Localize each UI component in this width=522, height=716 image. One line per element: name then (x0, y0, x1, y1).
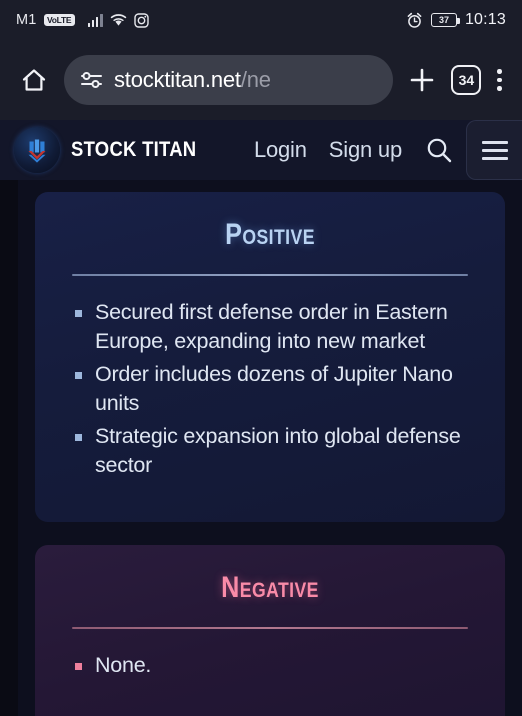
negative-card-title: Negative (221, 571, 319, 604)
battery-level-label: 37 (438, 14, 449, 25)
negative-bullet-list: None. (35, 651, 505, 680)
url-domain: stocktitan.net (114, 67, 241, 92)
site-header: STOCK TITAN Login Sign up (0, 120, 522, 180)
positive-card-divider (72, 274, 468, 276)
negative-card-divider (72, 627, 468, 629)
home-icon[interactable] (14, 60, 54, 100)
browser-toolbar: stocktitan.net/ne 34 (0, 40, 522, 120)
tab-counter-button[interactable]: 34 (451, 65, 482, 95)
list-item: Strategic expansion into global defense … (73, 422, 477, 480)
wifi-icon (110, 13, 127, 27)
signup-link[interactable]: Sign up (329, 137, 402, 163)
alarm-clock-icon (406, 12, 423, 29)
list-item: Secured first defense order in Eastern E… (73, 298, 477, 356)
page-content: Positive Secured first defense order in … (0, 180, 522, 716)
tab-count-label: 34 (458, 72, 475, 88)
brand-logo-link[interactable]: STOCK TITAN (14, 127, 214, 173)
status-bar-left: M1 VoLTE (16, 12, 149, 28)
status-bar: M1 VoLTE 37 10:13 (0, 0, 522, 40)
positive-bullet-list: Secured first defense order in Eastern E… (35, 298, 505, 480)
stock-titan-logo-icon (14, 127, 60, 173)
hamburger-menu-icon (481, 140, 508, 160)
negative-card: Negative None. (35, 545, 505, 716)
signal-bars-icon (87, 13, 103, 27)
url-bar[interactable]: stocktitan.net/ne (64, 55, 394, 105)
carrier-label: M1 (16, 12, 37, 28)
battery-indicator: 37 (430, 13, 460, 27)
page-left-gutter (0, 180, 18, 716)
header-nav: Login Sign up (254, 135, 466, 165)
search-icon[interactable] (424, 135, 454, 165)
phone-screen: M1 VoLTE 37 10:13 stocktitan.net/ne 34 S… (0, 0, 522, 716)
content-column: Positive Secured first defense order in … (18, 180, 522, 716)
login-link[interactable]: Login (254, 137, 307, 163)
volte-badge: VoLTE (43, 13, 75, 27)
camera-icon (133, 12, 149, 28)
status-bar-right: 37 10:13 (406, 11, 506, 29)
hamburger-menu-button[interactable] (466, 120, 522, 180)
positive-card-title: Positive (225, 218, 315, 251)
url-path: /ne (240, 67, 271, 92)
url-text[interactable]: stocktitan.net/ne (114, 67, 271, 93)
three-dot-menu-icon[interactable] (491, 69, 508, 91)
clock-label: 10:13 (464, 11, 506, 28)
positive-card: Positive Secured first defense order in … (35, 192, 505, 522)
list-item: None. (73, 651, 477, 680)
brand-name: STOCK TITAN (71, 138, 197, 161)
plus-icon[interactable] (403, 61, 441, 99)
page-settings-icon[interactable] (80, 70, 103, 90)
list-item: Order includes dozens of Jupiter Nano un… (73, 360, 477, 418)
